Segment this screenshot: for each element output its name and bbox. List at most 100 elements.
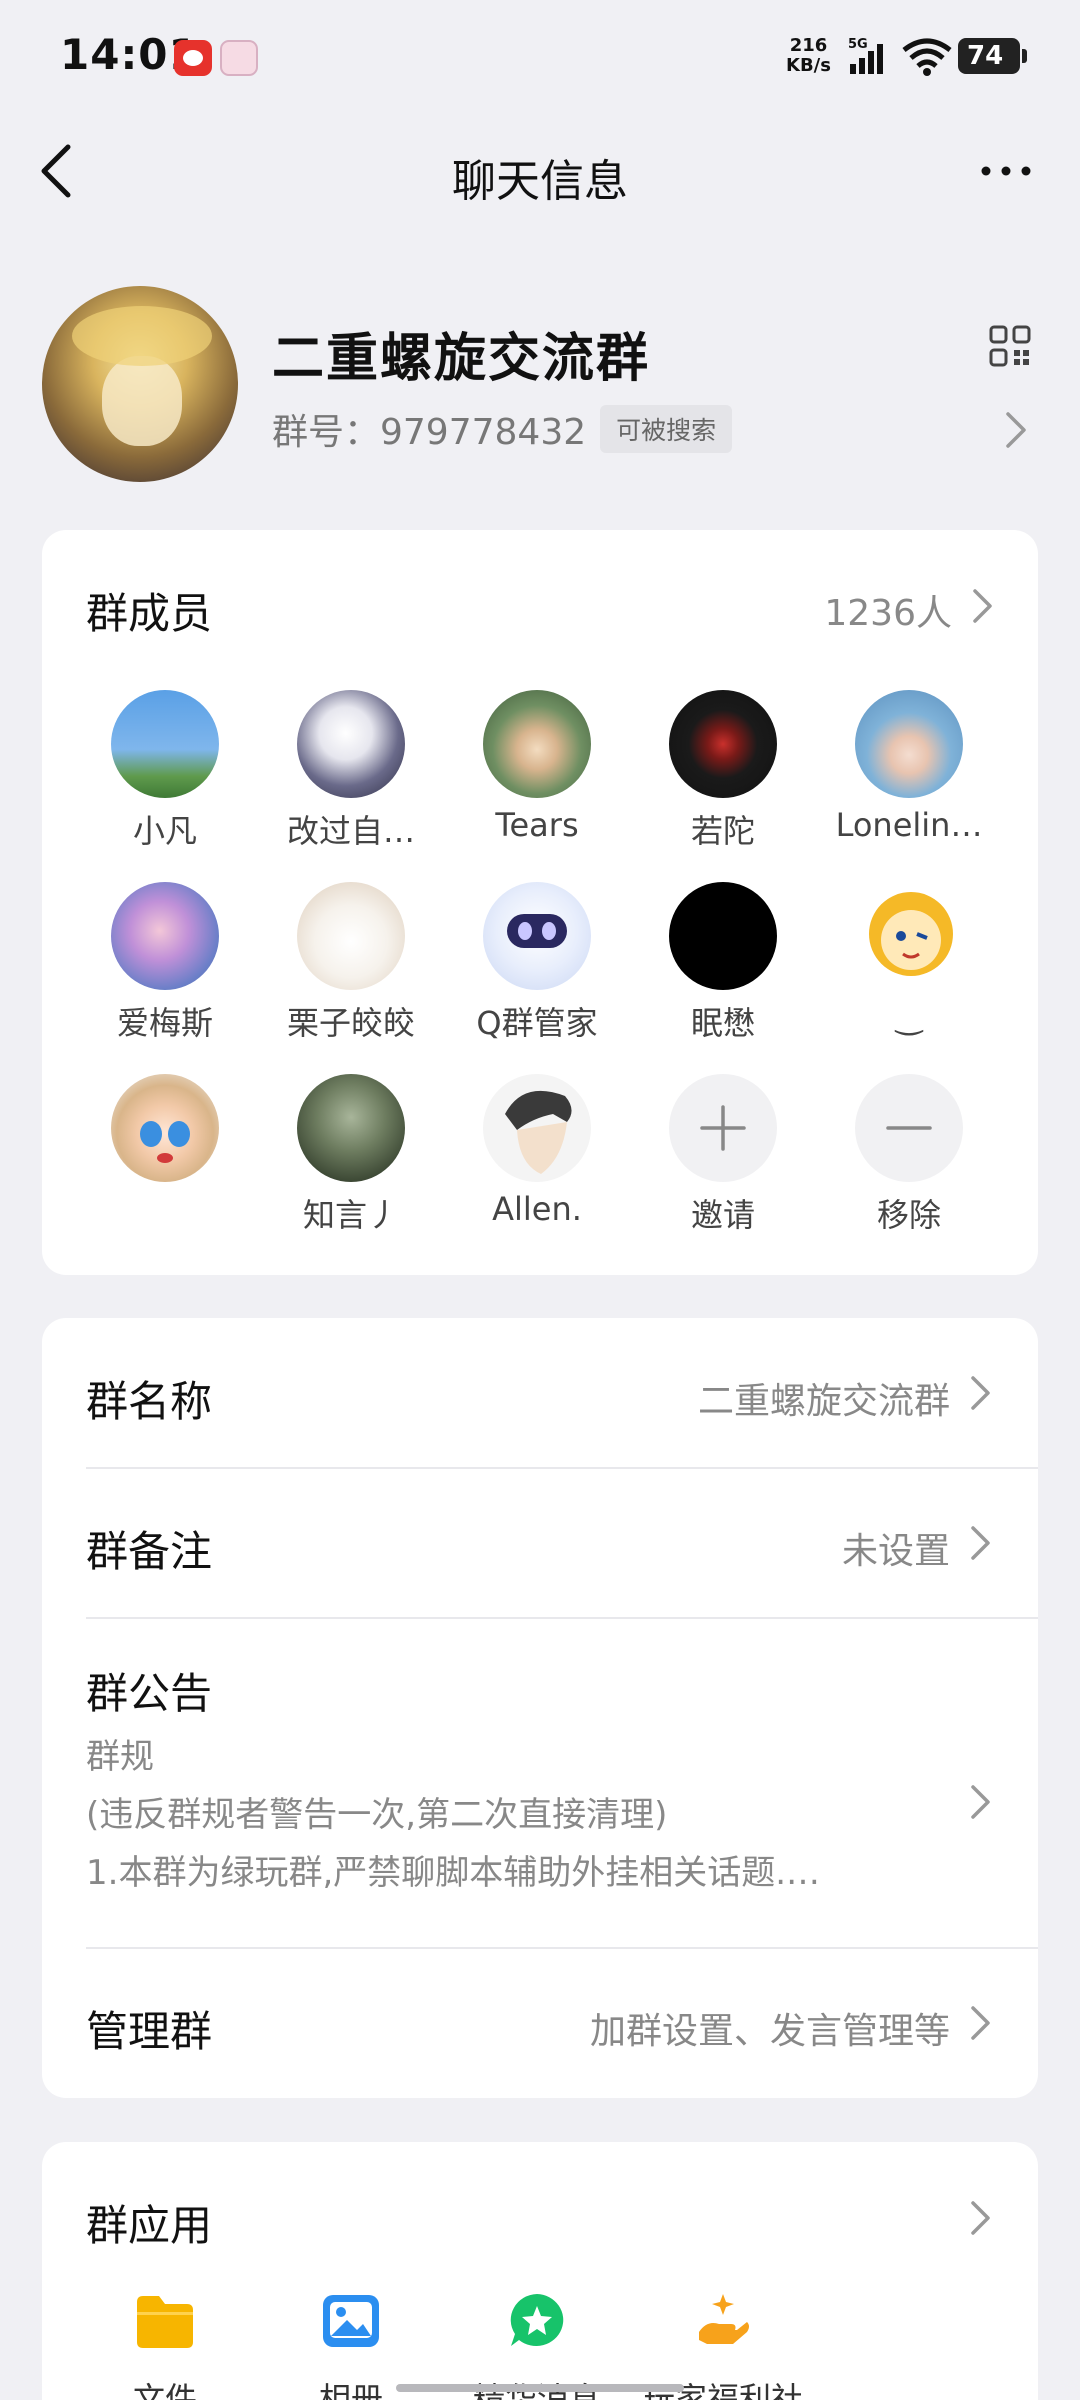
member-name: 栗子皎皎 bbox=[286, 1004, 415, 1042]
manage-group-row[interactable]: 管理群 加群设置、发言管理等 bbox=[86, 1948, 994, 2098]
member-item[interactable]: 栗子皎皎 bbox=[258, 882, 444, 1042]
members-count[interactable]: 1236人 bbox=[824, 584, 952, 636]
member-item[interactable]: 知言丿 bbox=[258, 1074, 444, 1234]
manage-group-value: 加群设置、发言管理等 bbox=[589, 2011, 950, 2052]
member-name: Tears bbox=[495, 806, 579, 844]
page-title: 聊天信息 bbox=[452, 156, 628, 207]
app-label: 文件 bbox=[132, 2380, 197, 2400]
member-avatar bbox=[111, 1074, 219, 1182]
chevron-right-icon bbox=[971, 1785, 990, 1819]
group-name-label: 群名称 bbox=[86, 1377, 213, 1426]
sketch-face-icon bbox=[505, 1090, 572, 1174]
manage-group-label: 管理群 bbox=[86, 2007, 213, 2056]
member-name: 眠懋 bbox=[690, 1004, 755, 1042]
wifi-icon bbox=[902, 38, 952, 76]
member-item[interactable]: Lonelin… bbox=[816, 690, 1002, 844]
member-item[interactable]: 改过自… bbox=[258, 690, 444, 850]
member-item[interactable]: 眠懋 bbox=[630, 882, 816, 1042]
invite-member-button[interactable]: 邀请 bbox=[630, 1074, 816, 1234]
member-avatar bbox=[855, 690, 963, 798]
member-avatar bbox=[111, 690, 219, 798]
group-name-value: 二重螺旋交流群 bbox=[697, 1381, 950, 1422]
chevron-right-icon bbox=[971, 2006, 990, 2040]
member-avatar bbox=[297, 882, 405, 990]
chevron-right-icon bbox=[971, 2201, 990, 2235]
remove-label: 移除 bbox=[876, 1196, 941, 1234]
member-avatar bbox=[483, 882, 591, 990]
group-name: 二重螺旋交流群 bbox=[272, 329, 651, 389]
group-remark-row[interactable]: 群备注 未设置 bbox=[86, 1468, 994, 1618]
notice-line: 群规 bbox=[86, 1737, 154, 1777]
app-files[interactable]: 文件 bbox=[72, 2292, 258, 2400]
remove-member-button[interactable]: 移除 bbox=[816, 1074, 1002, 1234]
more-options-icon[interactable] bbox=[978, 151, 1034, 191]
notification-app-icon bbox=[220, 40, 258, 76]
notice-line: 1.本群为绿玩群,严禁聊脚本辅助外挂相关话题.… bbox=[86, 1853, 821, 1893]
group-notice-row[interactable]: 群公告 群规 (违反群规者警告一次,第二次直接清理) 1.本群为绿玩群,严禁聊脚… bbox=[86, 1618, 994, 1948]
members-title: 群成员 bbox=[86, 589, 213, 638]
group-remark-label: 群备注 bbox=[86, 1527, 213, 1576]
member-name: 改过自… bbox=[286, 812, 415, 850]
home-indicator[interactable] bbox=[396, 2384, 684, 2392]
member-item[interactable]: Tears bbox=[444, 690, 630, 844]
member-item[interactable]: ͜ bbox=[816, 882, 1002, 990]
qr-code-icon[interactable] bbox=[988, 324, 1032, 368]
member-name: 若陀 bbox=[690, 812, 755, 850]
notice-line: (违反群规者警告一次,第二次直接清理) bbox=[86, 1795, 668, 1835]
group-avatar[interactable] bbox=[42, 286, 238, 482]
member-name: Q群管家 bbox=[476, 1004, 598, 1042]
member-item[interactable]: 爱梅斯 bbox=[72, 882, 258, 1042]
cartoon-face-icon bbox=[869, 892, 953, 976]
member-grid: 小凡 改过自… Tears 若陀 Lonelin… 爱梅斯 栗子皎皎 Q群管家 … bbox=[72, 690, 1008, 1234]
group-name-row[interactable]: 群名称 二重螺旋交流群 bbox=[86, 1318, 994, 1468]
plus-icon bbox=[700, 1105, 746, 1151]
member-item[interactable]: 若陀 bbox=[630, 690, 816, 850]
member-name: ͜ bbox=[810, 998, 1008, 1036]
signal-5g-icon: 5G bbox=[848, 37, 883, 74]
chevron-right-icon[interactable] bbox=[1002, 408, 1030, 452]
gift-hand-icon bbox=[699, 2294, 749, 2344]
title-bar: 聊天信息 bbox=[0, 115, 1080, 225]
chevron-right-icon bbox=[971, 1526, 990, 1560]
chevron-right-icon[interactable] bbox=[970, 586, 996, 626]
member-name: 小凡 bbox=[132, 812, 197, 850]
network-speed-unit: KB/s bbox=[786, 55, 831, 76]
group-notice-label: 群公告 bbox=[86, 1669, 213, 1718]
network-type-label: 5G bbox=[848, 37, 868, 52]
member-avatar bbox=[297, 690, 405, 798]
member-avatar bbox=[855, 882, 963, 990]
member-avatar bbox=[669, 690, 777, 798]
chevron-right-icon bbox=[971, 1376, 990, 1410]
group-id-row: 群号：979778432 可被搜索 bbox=[272, 404, 733, 454]
member-avatar bbox=[669, 882, 777, 990]
member-item[interactable]: 小凡 bbox=[72, 690, 258, 850]
member-name: 爱梅斯 bbox=[116, 1004, 213, 1042]
invite-button-circle bbox=[669, 1074, 777, 1182]
minus-icon bbox=[886, 1126, 932, 1130]
member-name: Lonelin… bbox=[835, 806, 983, 844]
invite-label: 邀请 bbox=[690, 1196, 755, 1234]
remove-button-circle bbox=[855, 1074, 963, 1182]
folder-icon bbox=[137, 2296, 193, 2348]
member-avatar bbox=[297, 1074, 405, 1182]
member-item[interactable]: Allen. bbox=[444, 1074, 630, 1228]
network-speed-value: 216 bbox=[789, 35, 828, 56]
star-chat-icon bbox=[510, 2294, 564, 2346]
status-bar: 14:01 216 KB/s 5G 74 bbox=[0, 0, 1080, 115]
robot-face-icon bbox=[507, 914, 567, 948]
group-apps-row[interactable]: 群应用 bbox=[86, 2142, 994, 2272]
anime-face-icon bbox=[140, 1121, 190, 1163]
notification-app-icon bbox=[174, 40, 212, 76]
member-name: Allen. bbox=[492, 1190, 582, 1228]
group-settings-card: 群名称 二重螺旋交流群 群备注 未设置 群公告 群规 (违反群规者警告一次,第二… bbox=[42, 1318, 1038, 2098]
notice-preview: 群规 (违反群规者警告一次,第二次直接清理) 1.本群为绿玩群,严禁聊脚本辅助外… bbox=[86, 1728, 946, 1902]
group-id: 群号：979778432 bbox=[272, 412, 587, 453]
group-apps-title: 群应用 bbox=[86, 2201, 213, 2250]
group-members-card: 群成员 1236人 小凡 改过自… Tears 若陀 Lonelin… 爱梅斯 bbox=[42, 530, 1038, 1275]
group-apps-card: 群应用 文件 相册 精华消息 bbox=[42, 2142, 1038, 2400]
network-speed: 216 KB/s bbox=[786, 36, 831, 76]
member-item[interactable]: Q群管家 bbox=[444, 882, 630, 1042]
battery-icon: 74 bbox=[958, 38, 1027, 74]
group-remark-value: 未设置 bbox=[841, 1531, 950, 1572]
member-item[interactable] bbox=[72, 1074, 258, 1182]
